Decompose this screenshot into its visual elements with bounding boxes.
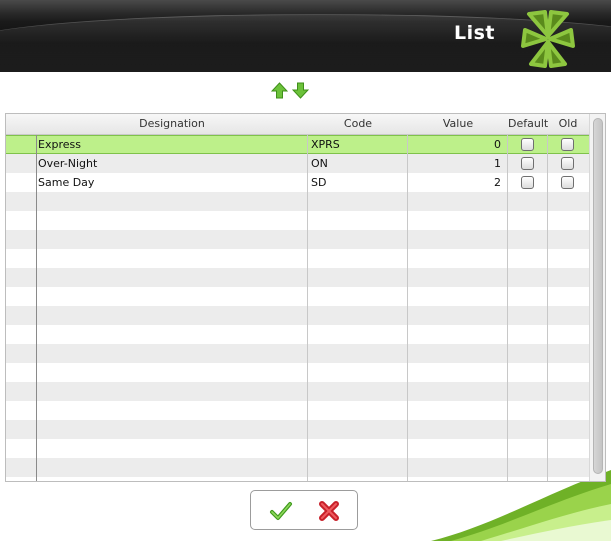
empty-row[interactable]	[6, 325, 590, 344]
reorder-toolbar	[271, 82, 309, 99]
empty-row[interactable]	[6, 230, 590, 249]
cell-designation: Express	[38, 138, 81, 151]
cell-code: ON	[311, 157, 328, 170]
empty-row[interactable]	[6, 363, 590, 382]
old-checkbox[interactable]	[561, 138, 574, 151]
default-checkbox[interactable]	[521, 157, 534, 170]
cell-designation: Same Day	[38, 176, 95, 189]
table-row[interactable]: Over-Night ON 1	[6, 154, 590, 173]
column-header-default[interactable]: Default	[508, 114, 548, 134]
empty-row[interactable]	[6, 382, 590, 401]
column-header-old[interactable]: Old	[548, 114, 588, 134]
empty-row[interactable]	[6, 192, 590, 211]
cell-value: 2	[494, 176, 501, 189]
empty-row[interactable]	[6, 287, 590, 306]
empty-row[interactable]	[6, 211, 590, 230]
empty-row[interactable]	[6, 439, 590, 458]
old-checkbox[interactable]	[561, 157, 574, 170]
scrollbar-thumb[interactable]	[593, 118, 603, 474]
column-header-code[interactable]: Code	[308, 114, 408, 134]
cell-value: 1	[494, 157, 501, 170]
list-table[interactable]: Designation Code Value Default Old Expre…	[5, 113, 606, 482]
old-checkbox[interactable]	[561, 176, 574, 189]
table-row[interactable]: Express XPRS 0	[6, 135, 590, 154]
checkmark-icon[interactable]	[269, 499, 293, 523]
empty-row[interactable]	[6, 268, 590, 287]
table-row[interactable]: Same Day SD 2	[6, 173, 590, 192]
empty-row[interactable]	[6, 249, 590, 268]
empty-row[interactable]	[6, 420, 590, 439]
empty-row[interactable]	[6, 306, 590, 325]
empty-row[interactable]	[6, 401, 590, 420]
cell-value: 0	[494, 138, 501, 151]
action-button-group	[250, 490, 358, 530]
cell-designation: Over-Night	[38, 157, 98, 170]
cell-code: XPRS	[311, 138, 340, 151]
table-header: Designation Code Value Default Old	[6, 114, 590, 135]
vertical-scrollbar[interactable]	[589, 114, 605, 481]
red-x-icon[interactable]	[317, 499, 341, 523]
page-title: List	[453, 22, 495, 44]
empty-row[interactable]	[6, 344, 590, 363]
column-header-designation[interactable]: Designation	[36, 114, 308, 134]
column-header-value[interactable]: Value	[408, 114, 508, 134]
arrow-down-icon[interactable]	[292, 82, 309, 99]
header-bar: List	[0, 0, 611, 72]
default-checkbox[interactable]	[521, 138, 534, 151]
table-body: Express XPRS 0 Over-Night ON 1 Same Day SD 2	[6, 135, 590, 477]
default-checkbox[interactable]	[521, 176, 534, 189]
arrow-up-icon[interactable]	[271, 82, 288, 99]
logo-icon	[521, 10, 575, 68]
cell-code: SD	[311, 176, 327, 189]
empty-row[interactable]	[6, 458, 590, 477]
